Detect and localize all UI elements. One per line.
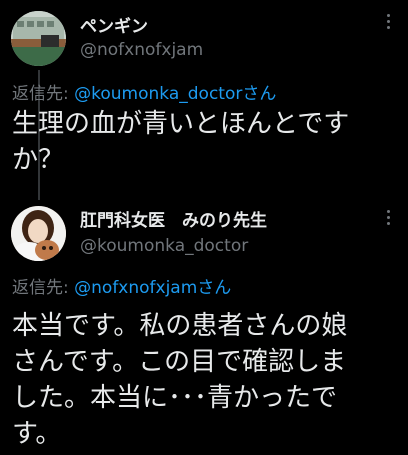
user-handle[interactable]: @koumonka_doctor — [80, 236, 248, 256]
display-name[interactable]: 肛門科女医 みのり先生 — [80, 206, 267, 231]
tweet-text-line: す。 — [12, 419, 62, 449]
tweet-text-line: した。本当に･･･青かったで — [12, 383, 338, 413]
reply-context: 返信先: @nofxnofxjamさん — [12, 273, 231, 298]
avatar[interactable] — [11, 11, 66, 66]
tweet-text-line: 本当です。私の患者さんの娘 — [12, 311, 348, 341]
tweet-text-line: か？ — [12, 145, 65, 175]
tweet-penguin[interactable]: ペンギン @nofxnofxjam 返信先: @koumonka_doctorさ… — [0, 0, 408, 200]
reply-prefix: 返信先: — [12, 278, 69, 298]
user-handle[interactable]: @nofxnofxjam — [80, 40, 203, 60]
reply-to-link[interactable]: @nofxnofxjamさん — [74, 278, 231, 298]
more-options-icon[interactable] — [382, 210, 394, 230]
reply-to-link[interactable]: @koumonka_doctorさん — [74, 84, 276, 104]
reply-context: 返信先: @koumonka_doctorさん — [12, 79, 276, 104]
avatar-person-photo-icon — [11, 206, 66, 261]
tweet-text: 本当です。私の患者さんの娘 さんです。この目で確認しま した。本当に･･･青かっ… — [12, 308, 404, 452]
avatar-building-photo-icon — [11, 11, 66, 66]
tweet-text: 生理の血が青いとほんとです か？ — [12, 106, 404, 178]
tweet-text-line: 生理の血が青いとほんとです — [12, 109, 350, 139]
tweet-text-line: さんです。この目で確認しま — [12, 347, 347, 377]
tweet-minori[interactable]: 肛門科女医 みのり先生 @koumonka_doctor 返信先: @nofxn… — [0, 196, 408, 455]
more-options-icon[interactable] — [382, 14, 394, 34]
display-name[interactable]: ペンギン — [80, 12, 148, 37]
avatar[interactable] — [11, 206, 66, 261]
reply-prefix: 返信先: — [12, 84, 69, 104]
